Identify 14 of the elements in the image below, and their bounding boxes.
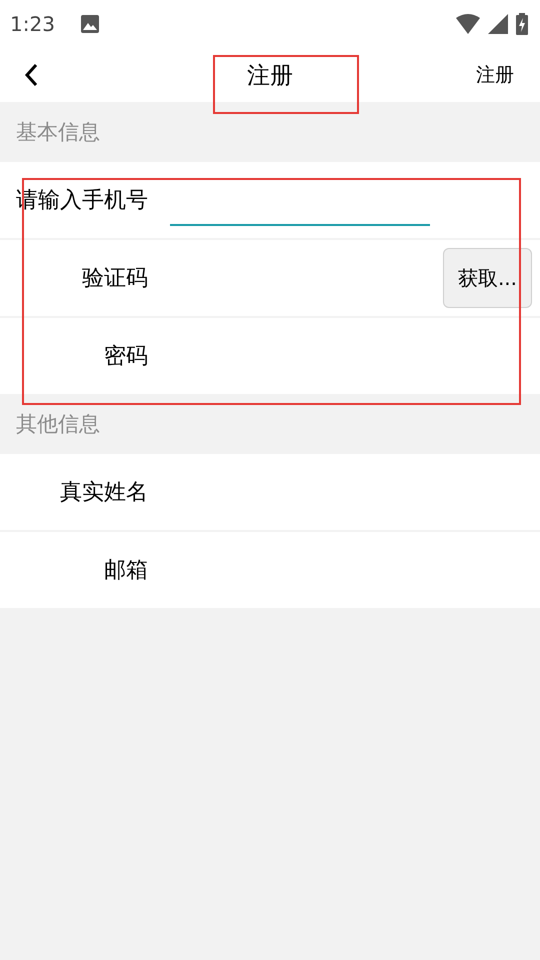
get-code-button[interactable]: 获取... — [443, 248, 532, 308]
section-header: 基本信息 — [16, 119, 100, 146]
field-label: 真实姓名 — [60, 479, 148, 507]
image-icon — [80, 15, 99, 33]
signal-icon — [488, 14, 508, 34]
field-label: 密码 — [104, 343, 148, 371]
wifi-icon — [456, 14, 480, 34]
field-label: 验证码 — [82, 265, 148, 293]
status-time: 1:23 — [10, 12, 55, 36]
field-label: 邮箱 — [104, 557, 148, 585]
register-button[interactable]: 注册 — [476, 62, 514, 88]
section-header: 其他信息 — [16, 411, 100, 438]
battery-icon — [516, 13, 528, 35]
page-title: 注册 — [247, 62, 293, 90]
